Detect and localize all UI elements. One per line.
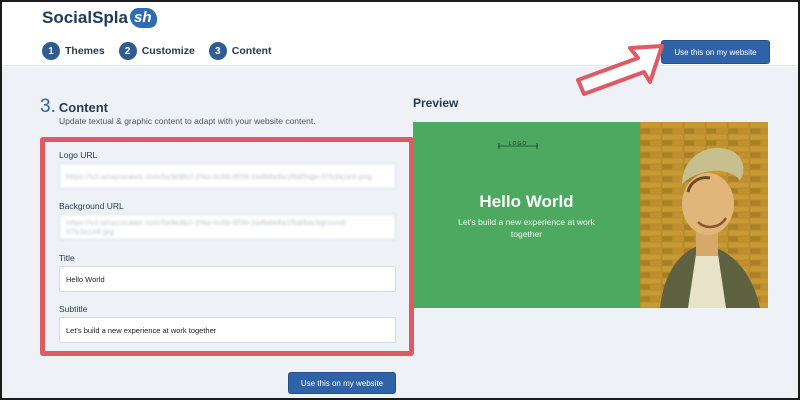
preview-logo-placeholder: LOGO	[497, 140, 539, 154]
preview-heading: Preview	[413, 96, 459, 110]
logo-badge: sh	[129, 8, 157, 28]
step-number: 1	[42, 42, 60, 60]
step-content[interactable]: 3 Content	[208, 42, 272, 60]
content-description: Update textual & graphic content to adap…	[59, 116, 316, 126]
logo-placeholder-text: LOGO	[509, 141, 527, 147]
step-themes[interactable]: 1 Themes	[42, 42, 105, 60]
person-photo-icon	[640, 122, 768, 308]
preview-card: LOGO Hello World Let's build a new exper…	[413, 122, 768, 308]
preview-background-photo	[640, 122, 768, 308]
arrow-annotation-icon	[576, 44, 664, 96]
preview-banner: LOGO Hello World Let's build a new exper…	[413, 122, 640, 308]
section-number: 3.	[40, 96, 56, 117]
step-number: 2	[118, 42, 137, 60]
app-header: SocialSpla sh 1 Themes 2 Customize 3 Cont…	[2, 2, 798, 66]
section-title: Content	[58, 100, 108, 115]
logo-text: SocialSpla	[42, 8, 128, 27]
use-on-website-button[interactable]: Use this on my website	[661, 40, 770, 64]
step-label: Customize	[141, 45, 195, 57]
step-number: 3	[208, 42, 227, 60]
wizard-steps: 1 Themes 2 Customize 3 Content	[42, 42, 285, 60]
highlight-box	[40, 137, 414, 356]
step-label: Content	[231, 45, 272, 57]
logo-placeholder-icon: LOGO	[498, 141, 538, 149]
preview-title: Hello World	[479, 192, 574, 211]
use-on-website-bottom-button[interactable]: Use this on my website	[288, 372, 396, 394]
app-logo[interactable]: SocialSpla sh	[42, 8, 157, 28]
step-customize[interactable]: 2 Customize	[118, 42, 195, 60]
step-label: Themes	[65, 45, 105, 57]
preview-subtitle: Let's build a new experience at work tog…	[458, 217, 595, 239]
content-section-heading: 3. Content	[40, 96, 108, 118]
